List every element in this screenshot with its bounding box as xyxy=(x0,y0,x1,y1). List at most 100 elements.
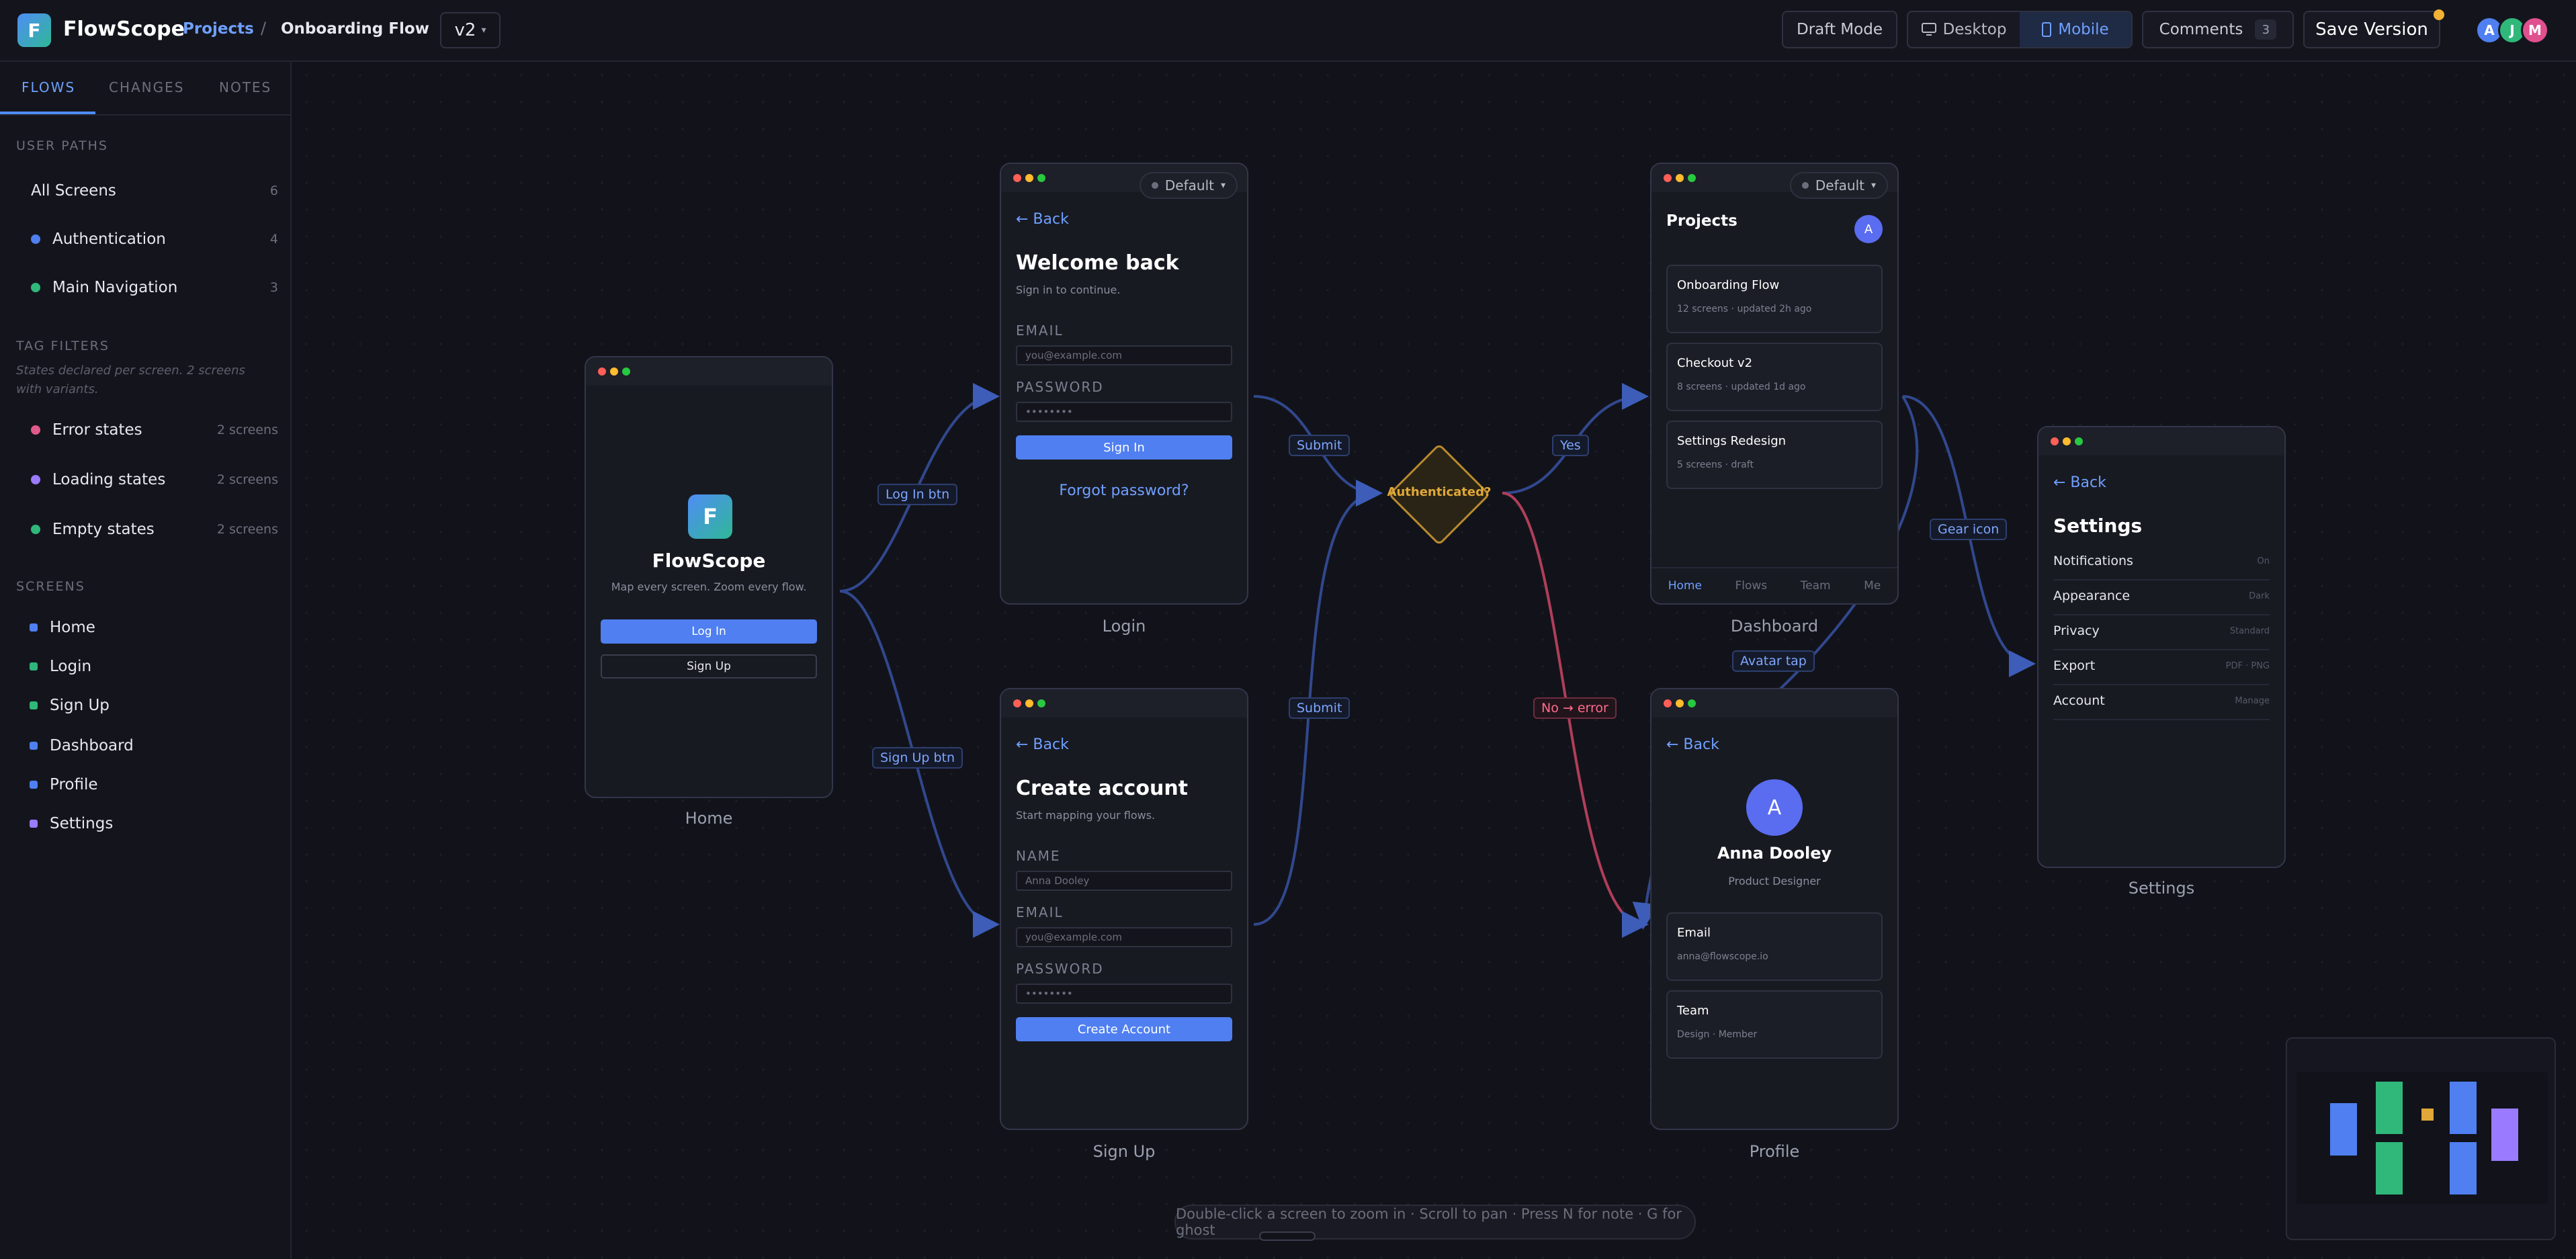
edge-label-login-btn[interactable]: Log In btn xyxy=(877,484,958,505)
password-field[interactable]: •••••••• xyxy=(1016,402,1232,422)
project-meta: 8 screens · updated 1d ago xyxy=(1677,382,1806,392)
minimap-viewport xyxy=(2296,1072,2548,1204)
screen-label-profile: Profile xyxy=(1749,1142,1800,1161)
bottom-nav: Home Flows Team Me xyxy=(1651,567,1897,603)
minimize-dot xyxy=(1676,174,1684,182)
edge-label-signup-btn[interactable]: Sign Up btn xyxy=(872,747,963,769)
edge-label-gear-icon[interactable]: Gear icon xyxy=(1930,519,2008,540)
window-chrome xyxy=(2038,427,2284,455)
minimap[interactable] xyxy=(2286,1037,2556,1240)
project-meta: 5 screens · draft xyxy=(1677,460,1754,470)
setting-name: Privacy xyxy=(2053,623,2100,638)
state-dot xyxy=(1801,182,1809,189)
password-label: PASSWORD xyxy=(1016,379,1104,395)
email-field[interactable]: you@example.com xyxy=(1016,345,1232,365)
profile-card-email[interactable]: Email anna@flowscope.io xyxy=(1666,912,1883,981)
maximize-dot xyxy=(1037,174,1045,182)
window-chrome xyxy=(1001,689,1247,718)
edge-label-submit-signup[interactable]: Submit xyxy=(1289,697,1350,719)
window-chrome xyxy=(1651,689,1897,718)
setting-value: Standard xyxy=(2229,626,2270,636)
hint-handle[interactable] xyxy=(1259,1231,1316,1241)
screen-label-signup: Sign Up xyxy=(1092,1142,1156,1161)
edge-label-submit-login[interactable]: Submit xyxy=(1289,435,1350,456)
minimize-dot xyxy=(1025,174,1033,182)
back-link[interactable]: ← Back xyxy=(1016,736,1069,753)
sign-in-button[interactable]: Sign In xyxy=(1016,435,1232,460)
screen-label-dashboard: Dashboard xyxy=(1730,617,1819,636)
settings-title: Settings xyxy=(2053,515,2143,537)
state-label: Default xyxy=(1815,177,1864,193)
close-dot xyxy=(1013,699,1021,707)
nav-team[interactable]: Team xyxy=(1801,579,1831,593)
settings-row[interactable]: Export PDF · PNG xyxy=(2053,650,2270,685)
settings-row[interactable]: Privacy Standard xyxy=(2053,615,2270,650)
password-field[interactable]: •••••••• xyxy=(1016,984,1232,1004)
home-login-button[interactable]: Log In xyxy=(601,619,817,644)
edge-label-yes[interactable]: Yes xyxy=(1552,435,1589,456)
project-card[interactable]: Onboarding Flow 12 screens · updated 2h … xyxy=(1666,265,1883,333)
chevron-down-icon: ▾ xyxy=(1871,180,1876,191)
setting-value: Dark xyxy=(2249,591,2270,601)
screen-login[interactable]: Default ▾ ← Back Welcome back Sign in to… xyxy=(1000,163,1248,605)
create-account-button[interactable]: Create Account xyxy=(1016,1017,1232,1041)
minimize-dot xyxy=(1025,699,1033,707)
forgot-password-link[interactable]: Forgot password? xyxy=(1001,482,1247,499)
home-tagline: Map every screen. Zoom every flow. xyxy=(611,580,807,593)
card-title: Email xyxy=(1677,926,1711,940)
maximize-dot xyxy=(1688,174,1696,182)
project-name: Settings Redesign xyxy=(1677,434,1787,448)
minimap-decision xyxy=(2421,1109,2434,1121)
back-link[interactable]: ← Back xyxy=(2053,474,2106,491)
home-signup-button[interactable]: Sign Up xyxy=(601,654,817,679)
screen-settings[interactable]: ← Back Settings Notifications On Appeara… xyxy=(2037,426,2286,868)
email-field[interactable]: you@example.com xyxy=(1016,927,1232,947)
maximize-dot xyxy=(1037,699,1045,707)
settings-row[interactable]: Account Manage xyxy=(2053,685,2270,720)
minimize-dot xyxy=(1676,699,1684,707)
back-link[interactable]: ← Back xyxy=(1016,211,1069,228)
chevron-down-icon: ▾ xyxy=(1220,180,1226,191)
setting-name: Export xyxy=(2053,658,2096,673)
screen-home[interactable]: F FlowScope Map every screen. Zoom every… xyxy=(585,356,833,798)
state-select[interactable]: Default ▾ xyxy=(1789,172,1888,199)
dashboard-title: Projects xyxy=(1666,212,1737,230)
edge-label-avatar-tap[interactable]: Avatar tap xyxy=(1732,650,1815,672)
screen-dashboard[interactable]: Default ▾ Projects A Onboarding Flow 12 … xyxy=(1650,163,1899,605)
avatar[interactable]: A xyxy=(1854,215,1883,243)
screen-profile[interactable]: ← Back A Anna Dooley Product Designer Em… xyxy=(1650,688,1899,1130)
minimap-screen-dashboard xyxy=(2450,1082,2477,1134)
close-dot xyxy=(1013,174,1021,182)
setting-name: Account xyxy=(2053,693,2105,708)
nav-flows[interactable]: Flows xyxy=(1735,579,1767,593)
close-dot xyxy=(598,367,606,376)
decision-node[interactable]: Authenticated? xyxy=(1387,442,1492,547)
close-dot xyxy=(2051,437,2059,445)
signup-title: Create account xyxy=(1016,777,1189,800)
edge-label-no-error[interactable]: No → error xyxy=(1533,697,1617,719)
nav-me[interactable]: Me xyxy=(1864,579,1881,593)
home-title: FlowScope xyxy=(652,550,766,572)
profile-avatar[interactable]: A xyxy=(1746,779,1803,836)
state-select[interactable]: Default ▾ xyxy=(1139,172,1238,199)
screen-label-login: Login xyxy=(1102,617,1146,636)
close-dot xyxy=(1664,174,1672,182)
project-card[interactable]: Settings Redesign 5 screens · draft xyxy=(1666,421,1883,489)
maximize-dot xyxy=(2075,437,2083,445)
nav-home[interactable]: Home xyxy=(1668,579,1702,593)
profile-card-team[interactable]: Team Design · Member xyxy=(1666,990,1883,1059)
back-link[interactable]: ← Back xyxy=(1666,736,1719,753)
project-card[interactable]: Checkout v2 8 screens · updated 1d ago xyxy=(1666,343,1883,411)
maximize-dot xyxy=(622,367,630,376)
login-subtitle: Sign in to continue. xyxy=(1016,284,1121,296)
name-field[interactable]: Anna Dooley xyxy=(1016,871,1232,891)
email-label: EMAIL xyxy=(1016,322,1064,339)
screen-signup[interactable]: ← Back Create account Start mapping your… xyxy=(1000,688,1248,1130)
settings-row[interactable]: Notifications On xyxy=(2053,546,2270,580)
settings-row[interactable]: Appearance Dark xyxy=(2053,580,2270,615)
project-name: Onboarding Flow xyxy=(1677,278,1780,292)
password-label: PASSWORD xyxy=(1016,961,1104,977)
minimize-dot xyxy=(610,367,618,376)
setting-name: Appearance xyxy=(2053,589,2131,603)
login-title: Welcome back xyxy=(1016,251,1179,275)
